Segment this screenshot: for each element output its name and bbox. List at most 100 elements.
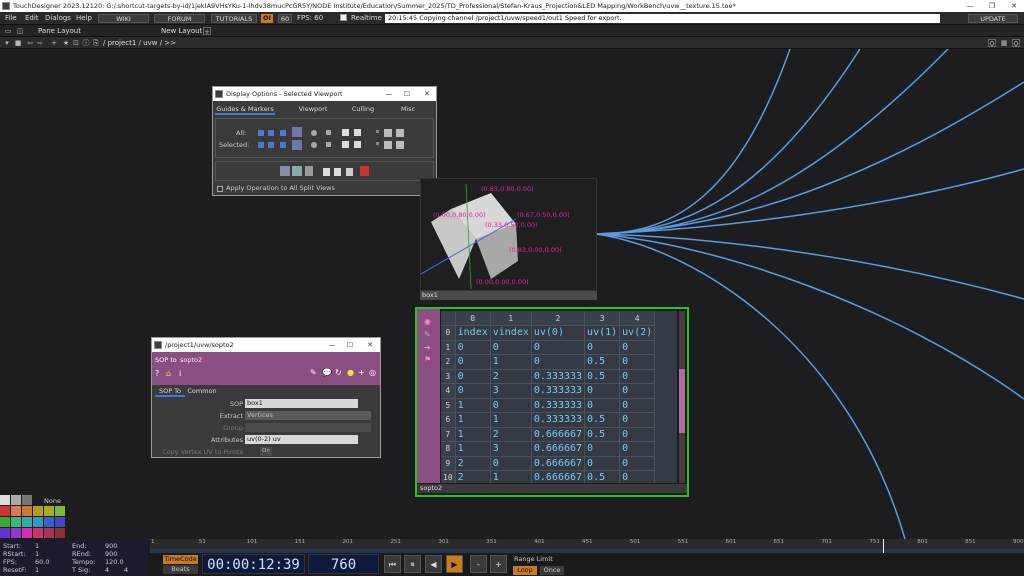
table-cell[interactable]: 0.5: [584, 369, 621, 384]
table-cell[interactable]: 1: [490, 412, 532, 428]
table-cell[interactable]: 3: [490, 441, 532, 457]
table-cell[interactable]: 0.666667: [531, 470, 586, 483]
refresh-icon[interactable]: ↻: [335, 368, 342, 377]
table-cell[interactable]: 0: [619, 354, 656, 370]
swatch[interactable]: [11, 528, 21, 538]
timecode-display[interactable]: 00:00:12:39: [202, 554, 305, 574]
swatch[interactable]: [0, 517, 10, 527]
table-cell[interactable]: 2: [490, 369, 532, 384]
network-path[interactable]: / project1 / uvw / >>: [103, 39, 176, 47]
stop-icon[interactable]: ■: [14, 39, 22, 47]
table-cell[interactable]: 1: [455, 427, 491, 442]
timecode-button[interactable]: TimeCode: [163, 555, 198, 564]
table-cell[interactable]: 0: [455, 354, 491, 370]
comment-icon[interactable]: 💬: [322, 368, 332, 377]
minimize-icon[interactable]: —: [960, 0, 980, 12]
row-header[interactable]: 10: [441, 470, 456, 483]
column-header[interactable]: 3: [584, 311, 621, 326]
beats-button[interactable]: Beats: [163, 565, 198, 574]
table-cell[interactable]: 2: [490, 427, 532, 442]
help-icon[interactable]: ?: [155, 369, 159, 378]
table-cell[interactable]: 1: [455, 441, 491, 457]
fps-value[interactable]: 60.0: [35, 558, 49, 566]
menu-dialogs[interactable]: Dialogs: [45, 14, 71, 22]
python-icon[interactable]: ●: [347, 368, 354, 377]
swatch[interactable]: [55, 517, 65, 527]
table-cell[interactable]: 0: [531, 340, 586, 355]
play-icon[interactable]: ▶: [446, 555, 463, 573]
sop-field[interactable]: box1: [245, 399, 358, 408]
table-cell[interactable]: 3: [490, 383, 532, 399]
table-cell[interactable]: 1: [455, 412, 491, 428]
tab-guides-markers[interactable]: Guides & Markers: [215, 103, 275, 115]
table-cell[interactable]: 2: [455, 456, 491, 471]
table-cell[interactable]: 0: [619, 427, 656, 442]
rstart-value[interactable]: 1: [35, 550, 39, 558]
info-icon[interactable]: i: [179, 369, 181, 378]
table-cell[interactable]: 0: [619, 412, 656, 428]
copy-uv-toggle[interactable]: On: [260, 447, 272, 456]
pane-split-v-icon[interactable]: ◫: [16, 27, 24, 35]
swatch[interactable]: [44, 528, 54, 538]
forward-icon[interactable]: ⇨: [36, 39, 44, 47]
row-header[interactable]: 5: [441, 398, 456, 413]
grid-icon[interactable]: ▦: [1000, 39, 1008, 47]
row-header[interactable]: 3: [441, 369, 456, 384]
table-cell[interactable]: 0: [619, 456, 656, 471]
table-cell[interactable]: 0: [455, 340, 491, 355]
forum-button[interactable]: FORUM: [154, 14, 205, 23]
table-cell[interactable]: 0: [490, 340, 532, 355]
menu-help[interactable]: Help: [76, 14, 92, 22]
info-icon[interactable]: ⓘ: [82, 39, 90, 47]
table-scrollbar[interactable]: [679, 311, 685, 483]
maximize-icon[interactable]: ☐: [399, 87, 415, 101]
table-cell[interactable]: 0: [584, 456, 621, 471]
resetf-value[interactable]: 1: [35, 566, 39, 574]
add-icon[interactable]: +: [358, 368, 365, 377]
realtime-checkbox[interactable]: [340, 14, 347, 21]
swatch[interactable]: [33, 517, 43, 527]
table-cell[interactable]: 0: [455, 369, 491, 384]
expand-icon[interactable]: ⊡: [72, 39, 80, 47]
swatch[interactable]: [44, 506, 54, 516]
table-cell[interactable]: 0: [619, 369, 656, 384]
table-cell[interactable]: uv(0): [531, 325, 586, 341]
row-header[interactable]: 0: [441, 325, 456, 341]
start-value[interactable]: 1: [35, 542, 39, 550]
timeline-ruler[interactable]: 1 51 101 151 201 251 301 351 401 451 501 551 601 651 7…: [150, 539, 1024, 549]
tab-common[interactable]: Common: [187, 385, 217, 397]
table-cell[interactable]: 0.5: [584, 412, 621, 428]
table-cell[interactable]: 0: [619, 398, 656, 413]
row-header[interactable]: 2: [441, 354, 456, 370]
table-cell[interactable]: 0: [619, 383, 656, 399]
menu-file[interactable]: File: [5, 14, 17, 22]
tab-misc[interactable]: Misc: [393, 103, 423, 115]
timeline-bar[interactable]: [150, 539, 1024, 553]
pane-split-icon[interactable]: ▭: [4, 27, 12, 35]
oi-badge[interactable]: OI: [261, 14, 273, 23]
group-field[interactable]: [245, 423, 371, 432]
apply-all-checkbox[interactable]: [217, 186, 223, 192]
restore-icon[interactable]: ❐: [982, 0, 1002, 12]
close-icon[interactable]: ✕: [419, 87, 435, 101]
swatch[interactable]: [22, 495, 32, 505]
frame-display[interactable]: 760: [308, 554, 379, 574]
row-header[interactable]: 6: [441, 412, 456, 428]
table-cell[interactable]: 0.666667: [531, 441, 586, 457]
step-minus-button[interactable]: -: [470, 555, 487, 573]
table-cell[interactable]: 0.666667: [531, 427, 586, 442]
table-cell[interactable]: 0: [584, 340, 621, 355]
table-cell[interactable]: 0.666667: [531, 456, 586, 471]
swatch[interactable]: [22, 517, 32, 527]
column-header[interactable]: 1: [490, 311, 532, 326]
swatch[interactable]: [55, 506, 65, 516]
table-cell[interactable]: 0.5: [584, 354, 621, 370]
path-counter-b[interactable]: 0: [1012, 39, 1020, 48]
column-header[interactable]: [441, 311, 456, 326]
table-cell[interactable]: 0: [619, 470, 656, 483]
table-cell[interactable]: 0: [619, 441, 656, 457]
swatch[interactable]: [0, 506, 10, 516]
tsig-numerator[interactable]: 4: [105, 566, 109, 574]
swatch[interactable]: [11, 506, 21, 516]
minimize-icon[interactable]: —: [324, 338, 340, 352]
